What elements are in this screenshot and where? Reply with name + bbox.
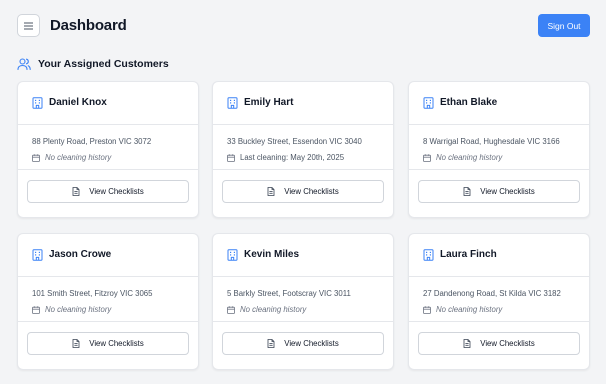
cleaning-text: No cleaning history (45, 153, 112, 162)
customer-name: Jason Crowe (49, 249, 112, 260)
calendar-icon (227, 305, 235, 314)
cleaning-status: No cleaning history (32, 304, 111, 315)
calendar-icon (32, 305, 40, 314)
view-checklists-label: View Checklists (480, 187, 535, 196)
cleaning-status: Last cleaning: May 20th, 2025 (227, 152, 344, 163)
customer-name: Laura Finch (440, 249, 497, 260)
card-header: Kevin Miles (213, 234, 393, 277)
building-icon (227, 249, 238, 261)
customer-address: 33 Buckley Street, Essendon VIC 3040 (227, 137, 362, 146)
app-header: Dashboard Sign Out (0, 0, 606, 50)
view-checklists-label: View Checklists (480, 339, 535, 348)
view-checklists-button[interactable]: View Checklists (27, 332, 189, 355)
cleaning-text: No cleaning history (436, 153, 503, 162)
card-header: Emily Hart (213, 82, 393, 125)
card-header: Jason Crowe (18, 234, 198, 277)
hamburger-menu-icon (24, 22, 33, 29)
view-checklists-button[interactable]: View Checklists (27, 180, 189, 203)
customer-card: Ethan Blake 8 Warrigal Road, Hughesdale V… (408, 81, 590, 218)
card-footer: View Checklists (213, 321, 393, 369)
view-checklists-label: View Checklists (284, 339, 339, 348)
customer-address: 101 Smith Street, Fitzroy VIC 3065 (32, 289, 153, 298)
menu-button[interactable] (17, 14, 40, 37)
calendar-icon (423, 305, 431, 314)
customer-name: Ethan Blake (440, 97, 498, 108)
view-checklists-button[interactable]: View Checklists (222, 180, 384, 203)
card-footer: View Checklists (409, 321, 589, 369)
document-icon (463, 187, 471, 196)
document-icon (267, 339, 275, 348)
section-title: Your Assigned Customers (38, 58, 169, 70)
view-checklists-label: View Checklists (89, 339, 144, 348)
customer-card: Daniel Knox 88 Plenty Road, Preston VIC 3… (17, 81, 199, 218)
section-header: Your Assigned Customers (17, 55, 169, 73)
card-header: Ethan Blake (409, 82, 589, 125)
card-footer: View Checklists (213, 169, 393, 217)
customer-address: 8 Warrigal Road, Hughesdale VIC 3166 (423, 137, 560, 146)
customer-address: 5 Barkly Street, Footscray VIC 3011 (227, 289, 351, 298)
customer-card: Jason Crowe 101 Smith Street, Fitzroy VIC… (17, 233, 199, 370)
calendar-icon (227, 153, 235, 162)
customer-name: Emily Hart (244, 97, 294, 108)
customer-card: Laura Finch 27 Dandenong Road, St Kilda V… (408, 233, 590, 370)
document-icon (267, 187, 275, 196)
view-checklists-button[interactable]: View Checklists (222, 332, 384, 355)
card-footer: View Checklists (18, 321, 198, 369)
cleaning-status: No cleaning history (423, 304, 502, 315)
cleaning-text: No cleaning history (436, 305, 503, 314)
building-icon (32, 97, 43, 109)
view-checklists-button[interactable]: View Checklists (418, 180, 580, 203)
document-icon (72, 187, 80, 196)
users-icon (17, 58, 31, 71)
cleaning-text: No cleaning history (240, 305, 307, 314)
calendar-icon (32, 153, 40, 162)
customer-card: Kevin Miles 5 Barkly Street, Footscray VI… (212, 233, 394, 370)
page-title: Dashboard (50, 17, 127, 34)
customer-address: 27 Dandenong Road, St Kilda VIC 3182 (423, 289, 561, 298)
cleaning-status: No cleaning history (227, 304, 306, 315)
sign-out-button[interactable]: Sign Out (538, 14, 590, 37)
cleaning-text: No cleaning history (45, 305, 112, 314)
customer-address: 88 Plenty Road, Preston VIC 3072 (32, 137, 152, 146)
customer-card: Emily Hart 33 Buckley Street, Essendon VI… (212, 81, 394, 218)
cleaning-status: No cleaning history (423, 152, 502, 163)
view-checklists-button[interactable]: View Checklists (418, 332, 580, 355)
customer-name: Kevin Miles (244, 249, 300, 260)
cleaning-text: Last cleaning: May 20th, 2025 (240, 153, 345, 162)
card-header: Daniel Knox (18, 82, 198, 125)
view-checklists-label: View Checklists (89, 187, 144, 196)
building-icon (423, 249, 434, 261)
building-icon (32, 249, 43, 261)
cleaning-status: No cleaning history (32, 152, 111, 163)
building-icon (423, 97, 434, 109)
customer-name: Daniel Knox (49, 97, 107, 108)
card-header: Laura Finch (409, 234, 589, 277)
view-checklists-label: View Checklists (284, 187, 339, 196)
building-icon (227, 97, 238, 109)
card-footer: View Checklists (409, 169, 589, 217)
document-icon (463, 339, 471, 348)
card-footer: View Checklists (18, 169, 198, 217)
document-icon (72, 339, 80, 348)
calendar-icon (423, 153, 431, 162)
